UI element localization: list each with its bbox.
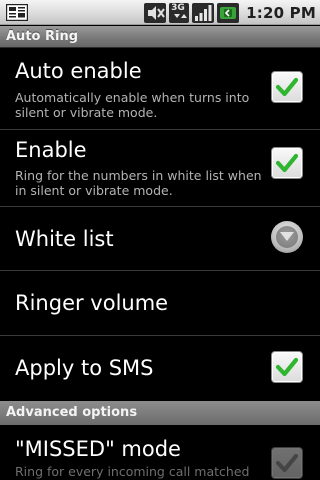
checkmark-icon <box>275 153 299 173</box>
pref-title: Auto enable <box>15 59 142 83</box>
status-bar: 3G 1:20 PM <box>0 0 320 25</box>
checkmark-icon <box>275 453 299 473</box>
apply-to-sms-checkbox[interactable] <box>271 351 303 383</box>
enable-checkbox[interactable] <box>271 147 303 179</box>
white-list-dropdown-button[interactable] <box>271 221 303 253</box>
pref-title: Enable <box>15 138 87 162</box>
section-header-advanced: Advanced options <box>0 401 320 425</box>
clock-time: 1:20 PM <box>246 3 316 22</box>
section-title: Advanced options <box>6 405 138 420</box>
pref-ringer-volume[interactable]: Ringer volume <box>0 271 320 336</box>
pref-title: White list <box>15 227 114 251</box>
pref-summary: Ring for every incoming call matched <box>15 464 250 479</box>
pref-title: "MISSED" mode <box>15 437 181 461</box>
network-3g-icon: 3G <box>169 2 190 23</box>
pref-summary: Automatically enable when turns into sil… <box>15 90 250 120</box>
pref-apply-to-sms[interactable]: Apply to SMS <box>0 336 320 401</box>
pref-missed-mode[interactable]: "MISSED" mode Ring for every incoming ca… <box>0 425 320 480</box>
pref-white-list[interactable]: White list <box>0 207 320 271</box>
title-bar: Auto Ring <box>0 26 320 48</box>
checkmark-icon <box>275 77 299 97</box>
chevron-down-icon <box>280 232 294 241</box>
app-title: Auto Ring <box>6 29 79 44</box>
checkmark-icon <box>275 357 299 377</box>
pref-enable[interactable]: Enable Ring for the numbers in white lis… <box>0 130 320 207</box>
auto-enable-checkbox[interactable] <box>271 71 303 103</box>
pref-summary: Ring for the numbers in white list when … <box>15 168 262 198</box>
signal-strength-icon <box>192 2 215 23</box>
notification-icon <box>5 3 29 22</box>
pref-title: Ringer volume <box>15 291 169 315</box>
pref-title: Apply to SMS <box>15 356 154 380</box>
silent-speaker-icon <box>144 2 167 23</box>
pref-auto-enable[interactable]: Auto enable Automatically enable when tu… <box>0 48 320 130</box>
missed-mode-checkbox[interactable] <box>271 447 303 479</box>
battery-icon <box>217 2 240 23</box>
